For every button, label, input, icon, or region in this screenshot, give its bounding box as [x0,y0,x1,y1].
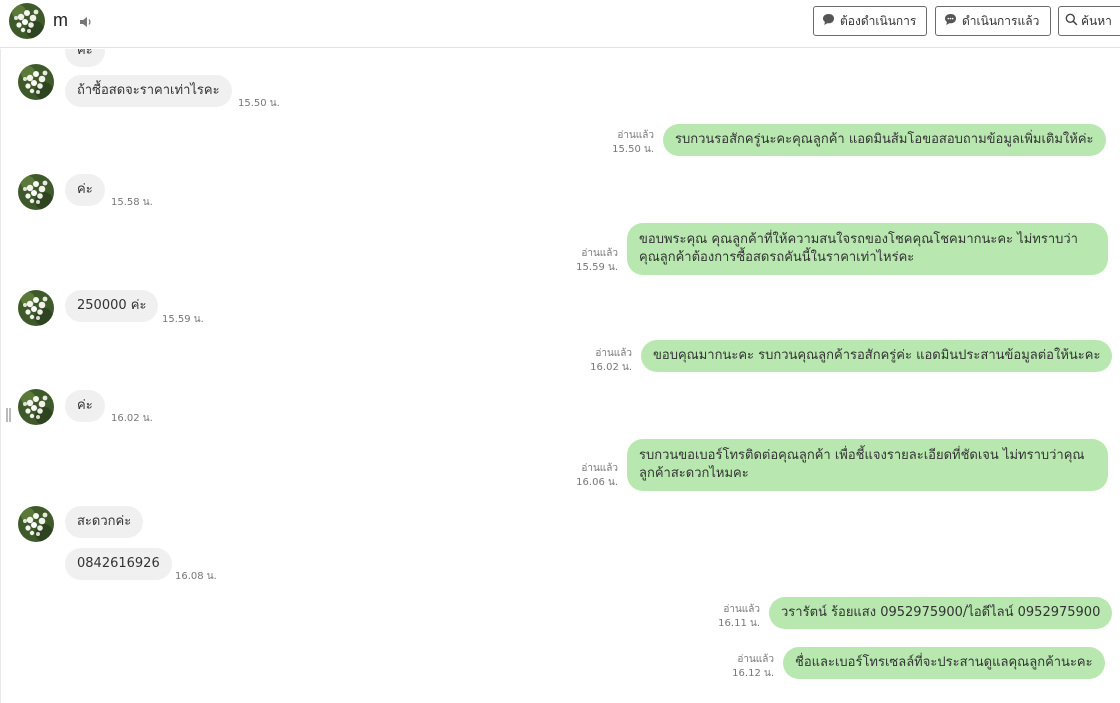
incoming-message: ค่ะ [65,390,105,422]
read-status: อ่านแล้ว [581,248,618,259]
chat-bubble-icon [944,13,957,29]
done-button[interactable]: ดำเนินการแล้ว [935,6,1051,36]
message-time: 16.12 น. [732,668,774,679]
message-time: 15.59 น. [162,314,204,325]
search-button-label: ค้นหา [1081,13,1112,28]
message-text: 250000 ค่ะ [77,298,147,313]
outgoing-message: ชื่อและเบอร์โทรเซลล์ที่จะประสานดูแลคุณลู… [783,647,1105,679]
message-text: 0842616926 [77,556,160,571]
message-list[interactable]: ค่ะ ถ้าซื้อสดจะราคาเท่าไรคะ 15.50 น. อ่า… [0,49,1120,703]
incoming-message: สะดวกค่ะ [65,506,144,538]
incoming-message: 0842616926 [65,548,172,580]
message-meta: อ่านแล้ว 15.50 น. [612,129,654,157]
outgoing-message: วรารัตน์ ร้อยแสง 0952975900/ไอดีไลน์ 095… [769,597,1113,629]
sender-avatar[interactable] [18,290,54,326]
message-text: ชื่อและเบอร์โทรเซลล์ที่จะประสานดูแลคุณลู… [795,655,1093,670]
message-meta: อ่านแล้ว 16.06 น. [576,462,618,490]
message-text: ถ้าซื้อสดจะราคาเท่าไรคะ [77,83,220,98]
done-button-label: ดำเนินการแล้ว [962,13,1040,28]
contact-avatar[interactable] [9,3,45,39]
message-time: 16.02 น. [590,362,632,373]
message-text: ค่ะ [77,182,93,197]
todo-button[interactable]: ต้องดำเนินการ [813,6,927,36]
message-time: 15.50 น. [238,98,280,109]
message-text: ค่ะ [77,49,93,58]
read-status: อ่านแล้ว [617,130,654,141]
incoming-message: ถ้าซื้อสดจะราคาเท่าไรคะ [65,75,232,107]
message-meta: อ่านแล้ว 16.12 น. [732,653,774,681]
resize-handle[interactable] [6,407,12,422]
message-meta: อ่านแล้ว 15.59 น. [576,247,618,275]
incoming-message: ค่ะ [65,174,105,206]
sender-avatar[interactable] [18,174,54,210]
message-meta: อ่านแล้ว 16.02 น. [590,347,632,375]
sender-avatar[interactable] [18,389,54,425]
message-time: 15.58 น. [111,197,153,208]
message-time: 16.08 น. [175,571,217,582]
contact-name: m [53,10,68,30]
outgoing-message: ขอบพระคุณ คุณลูกค้าที่ให้ความสนใจรถของโช… [627,223,1108,275]
speaker-icon[interactable] [79,14,93,28]
read-status: อ่านแล้ว [737,654,774,665]
outgoing-message: ขอบคุณมากนะคะ รบกวนคุณลูกค้ารอสักครู่ค่ะ… [641,340,1113,372]
message-text: รบกวนขอเบอร์โทรติดต่อคุณลูกค้า เพื่อชี้แ… [639,448,1085,481]
chat-header: m ต้องดำเนินการ ดำเนินการแล้ว ค้นหา [0,0,1120,48]
message-time: 15.50 น. [612,144,654,155]
read-status: อ่านแล้ว [595,348,632,359]
read-status: อ่านแล้ว [581,463,618,474]
message-text: ขอบพระคุณ คุณลูกค้าที่ให้ความสนใจรถของโช… [639,232,1078,265]
message-text: ค่ะ [77,398,93,413]
message-text: สะดวกค่ะ [77,514,132,529]
message-text: วรารัตน์ ร้อยแสง 0952975900/ไอดีไลน์ 095… [781,605,1101,620]
sender-avatar[interactable] [18,64,54,100]
sender-avatar[interactable] [18,506,54,542]
incoming-message: 250000 ค่ะ [65,290,159,322]
message-time: 16.02 น. [111,413,153,424]
search-button[interactable]: ค้นหา [1058,6,1120,36]
outgoing-message: รบกวนขอเบอร์โทรติดต่อคุณลูกค้า เพื่อชี้แ… [627,439,1108,491]
message-time: 16.06 น. [576,477,618,488]
incoming-message: ค่ะ [65,49,105,67]
todo-button-label: ต้องดำเนินการ [840,13,917,28]
message-meta: อ่านแล้ว 16.11 น. [718,603,760,631]
search-icon [1065,13,1078,29]
chat-bubble-icon [822,13,835,29]
read-status: อ่านแล้ว [723,604,760,615]
message-time: 15.59 น. [576,262,618,273]
message-text: ขอบคุณมากนะคะ รบกวนคุณลูกค้ารอสักครู่ค่ะ… [653,348,1101,363]
message-time: 16.11 น. [718,618,760,629]
outgoing-message: รบกวนรอสักครู่นะคะคุณลูกค้า แอดมินส้มโอข… [663,124,1106,156]
message-text: รบกวนรอสักครู่นะคะคุณลูกค้า แอดมินส้มโอข… [675,132,1094,147]
